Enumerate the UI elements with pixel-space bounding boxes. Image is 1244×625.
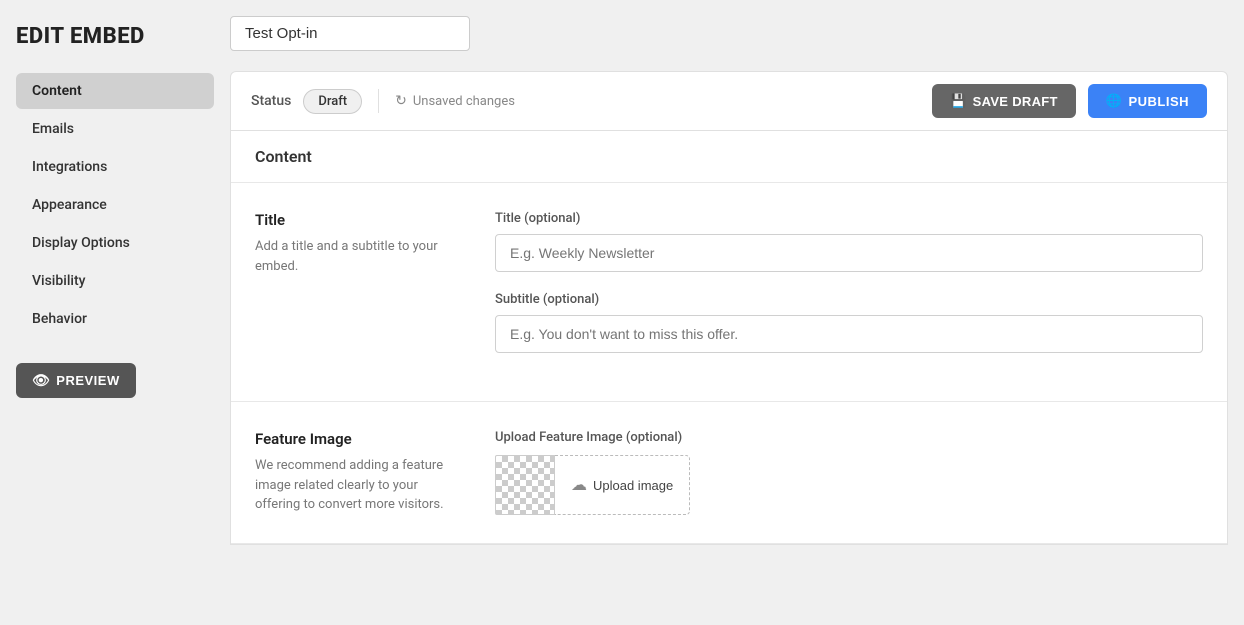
sidebar-item-display-options[interactable]: Display Options: [16, 225, 214, 261]
content-section-header: Content: [231, 131, 1227, 183]
subtitle-input[interactable]: [495, 315, 1203, 353]
upload-area: ☁ Upload image: [495, 455, 1203, 515]
image-placeholder: [495, 455, 555, 515]
status-label: Status: [251, 93, 291, 109]
top-header: [230, 16, 1244, 71]
embed-name-input[interactable]: [230, 16, 470, 51]
sidebar: EDIT EMBED Content Emails Integrations A…: [0, 0, 230, 625]
sidebar-item-emails[interactable]: Emails: [16, 111, 214, 147]
feature-image-description: We recommend adding a feature image rela…: [255, 456, 455, 515]
upload-image-button[interactable]: ☁ Upload image: [555, 455, 690, 515]
title-input[interactable]: [495, 234, 1203, 272]
cloud-upload-icon: ☁: [571, 475, 587, 495]
upload-label: Upload Feature Image (optional): [495, 430, 1203, 445]
main-content: Status Draft ↻ Unsaved changes 💾 SAVE DR…: [230, 0, 1244, 625]
unsaved-changes: ↻ Unsaved changes: [395, 93, 515, 109]
toolbar-divider: [378, 89, 379, 113]
sidebar-item-appearance[interactable]: Appearance: [16, 187, 214, 223]
toolbar: Status Draft ↻ Unsaved changes 💾 SAVE DR…: [230, 71, 1228, 131]
sidebar-item-behavior[interactable]: Behavior: [16, 301, 214, 337]
sidebar-item-visibility[interactable]: Visibility: [16, 263, 214, 299]
feature-image-heading: Feature Image: [255, 430, 455, 448]
content-panel: Content Title Add a title and a subtitle…: [230, 131, 1228, 545]
page-title: EDIT EMBED: [16, 24, 214, 49]
title-section: Title Add a title and a subtitle to your…: [231, 183, 1227, 402]
status-badge[interactable]: Draft: [303, 89, 362, 114]
globe-icon: 🌐: [1106, 93, 1123, 109]
sidebar-item-content[interactable]: Content: [16, 73, 214, 109]
feature-image-section-right: Upload Feature Image (optional) ☁ Upload…: [495, 430, 1203, 515]
title-section-description: Add a title and a subtitle to your embed…: [255, 237, 455, 276]
feature-image-section: Feature Image We recommend adding a feat…: [231, 402, 1227, 544]
save-icon: 💾: [950, 93, 967, 109]
title-field-label: Title (optional): [495, 211, 1203, 226]
title-section-right: Title (optional) Subtitle (optional): [495, 211, 1203, 373]
preview-button[interactable]: 👁 PREVIEW: [16, 363, 136, 398]
refresh-icon: ↻: [395, 93, 407, 109]
sidebar-item-integrations[interactable]: Integrations: [16, 149, 214, 185]
eye-icon: 👁: [32, 372, 50, 389]
title-section-heading: Title: [255, 211, 455, 229]
publish-button[interactable]: 🌐 PUBLISH: [1088, 84, 1207, 118]
save-draft-button[interactable]: 💾 SAVE DRAFT: [932, 84, 1076, 118]
title-section-left: Title Add a title and a subtitle to your…: [255, 211, 455, 373]
feature-image-section-left: Feature Image We recommend adding a feat…: [255, 430, 455, 515]
subtitle-field-label: Subtitle (optional): [495, 292, 1203, 307]
